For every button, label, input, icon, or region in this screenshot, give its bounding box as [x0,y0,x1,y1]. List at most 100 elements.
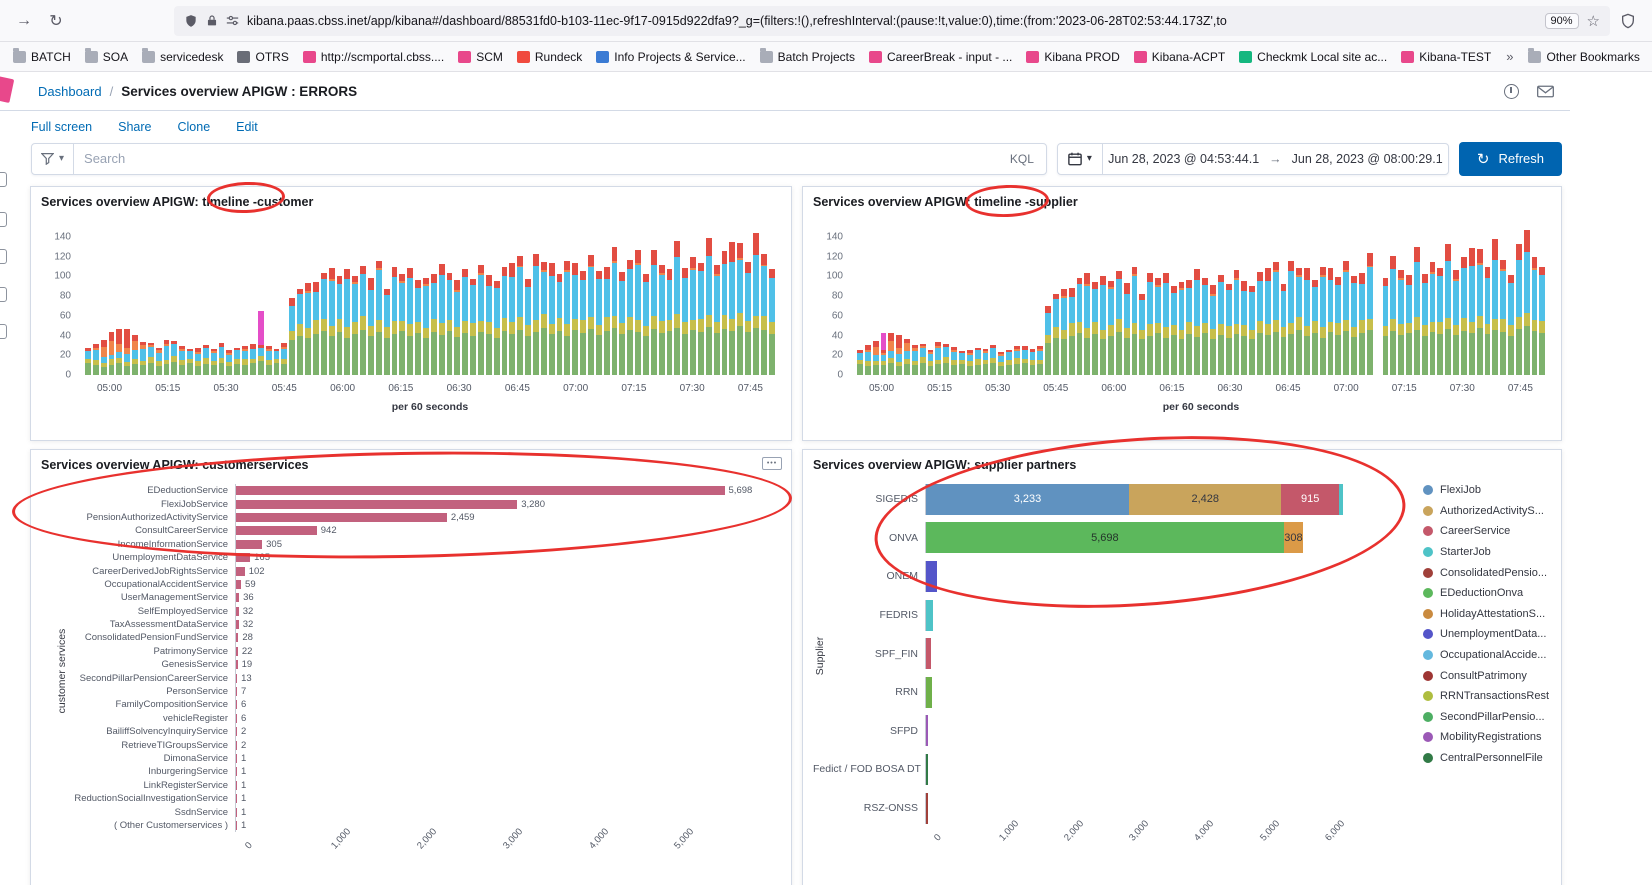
timeline-bar[interactable] [967,227,973,375]
timeline-bar[interactable] [1343,227,1349,375]
timeline-bar[interactable] [1273,227,1279,375]
legend-item[interactable]: OccupationalAccide... [1423,645,1555,666]
timeline-bar[interactable] [486,227,492,375]
timeline-bar[interactable] [439,227,445,375]
timeline-bar[interactable] [517,227,523,375]
timeline-bar[interactable] [454,227,460,375]
bar[interactable] [236,781,237,790]
timeline-bar[interactable] [904,227,910,375]
timeline-bar[interactable] [1077,227,1083,375]
timeline-bar[interactable] [959,227,965,375]
timeline-bar[interactable] [1053,227,1059,375]
timeline-bar[interactable] [865,227,871,375]
bookmark-item[interactable]: CareerBreak - input - ... [862,47,1019,67]
legend-item[interactable]: ConsolidatedPensio... [1423,562,1555,583]
timeline-bar[interactable] [572,227,578,375]
timeline-bar[interactable] [352,227,358,375]
timeline-bar[interactable] [1539,227,1545,375]
timeline-bar[interactable] [1532,227,1538,375]
timeline-bar[interactable] [1100,227,1106,375]
timeline-bar[interactable] [943,227,949,375]
timeline-bar[interactable] [627,227,633,375]
timeline-bar[interactable] [745,227,751,375]
timeline-bar[interactable] [651,227,657,375]
timeline-bar[interactable] [1155,227,1161,375]
menu-edit[interactable]: Edit [236,120,258,134]
timeline-bar[interactable] [888,227,894,375]
timeline-bar[interactable] [1163,227,1169,375]
legend-item[interactable]: EDeductionOnva [1423,583,1555,604]
timeline-bar[interactable] [1030,227,1036,375]
timeline-bar[interactable] [203,227,209,375]
bookmark-item[interactable]: Kibana-TEST [1394,47,1498,67]
timeline-bar[interactable] [1461,227,1467,375]
timeline-bar[interactable] [423,227,429,375]
timeline-bar[interactable] [1414,227,1420,375]
timeline-bar[interactable] [1069,227,1075,375]
lock-icon[interactable] [206,14,218,27]
nav-icon-1[interactable] [0,172,7,187]
timeline-bar[interactable] [1194,227,1200,375]
legend-item[interactable]: HolidayAttestationS... [1423,604,1555,625]
legend-item[interactable]: ConsultPatrimony [1423,665,1555,686]
timeline-bar[interactable] [1500,227,1506,375]
timeline-bar[interactable] [1257,227,1263,375]
bar-segment[interactable]: 3,233 [926,484,1129,515]
bar[interactable] [236,808,237,817]
bar-segment[interactable] [926,600,933,631]
timeline-bar[interactable] [674,227,680,375]
timeline-bar[interactable] [289,227,295,375]
nav-icon-3[interactable] [0,249,7,264]
timeline-bar[interactable] [1045,227,1051,375]
timeline-bar[interactable] [447,227,453,375]
bar[interactable] [236,513,447,522]
reload-icon[interactable]: ↻ [42,7,70,35]
timeline-bar[interactable] [211,227,217,375]
calendar-menu[interactable]: ▾ [1058,144,1103,174]
nav-icon-2[interactable] [0,212,7,227]
gear-icon[interactable] [0,324,7,339]
bookmark-item[interactable]: OTRS [230,47,295,67]
timeline-bar[interactable] [1375,227,1381,375]
timeline-bar[interactable] [533,227,539,375]
bar[interactable] [236,500,517,509]
bar[interactable] [236,526,317,535]
timeline-bar[interactable] [156,227,162,375]
timeline-bar[interactable] [1367,227,1373,375]
timeline-bar[interactable] [171,227,177,375]
bar[interactable] [236,821,237,830]
timeline-bar[interactable] [164,227,170,375]
timeline-bar[interactable] [935,227,941,375]
search-input[interactable] [74,151,998,166]
bar-segment[interactable] [926,677,932,708]
bar-segment[interactable] [1339,484,1343,515]
timeline-bar[interactable] [116,227,122,375]
bar[interactable] [236,687,237,696]
forward-icon[interactable]: → [10,7,38,35]
account-shield-icon[interactable] [1620,13,1636,29]
bar-segment[interactable]: 308 [1284,522,1303,553]
timeline-bar[interactable] [1320,227,1326,375]
timeline-bar[interactable] [667,227,673,375]
legend-item[interactable]: CareerService [1423,521,1555,542]
timeline-bar[interactable] [509,227,515,375]
timeline-bar[interactable] [399,227,405,375]
timeline-bar[interactable] [635,227,641,375]
timeline-bar[interactable] [219,227,225,375]
timeline-bar[interactable] [604,227,610,375]
timeline-bar[interactable] [226,227,232,375]
bookmark-item[interactable]: SCM [451,47,510,67]
bar[interactable] [236,727,237,736]
timeline-bar[interactable] [769,227,775,375]
shield-icon[interactable] [184,14,198,28]
legend-item[interactable]: AuthorizedActivityS... [1423,501,1555,522]
timeline-bar[interactable] [478,227,484,375]
timeline-bar[interactable] [737,227,743,375]
timeline-bar[interactable] [1304,227,1310,375]
timeline-bar[interactable] [281,227,287,375]
query-language-button[interactable]: KQL [998,152,1046,166]
timeline-bar[interactable] [990,227,996,375]
timeline-bar[interactable] [1281,227,1287,375]
timeline-bar[interactable] [549,227,555,375]
timeline-bar[interactable] [951,227,957,375]
